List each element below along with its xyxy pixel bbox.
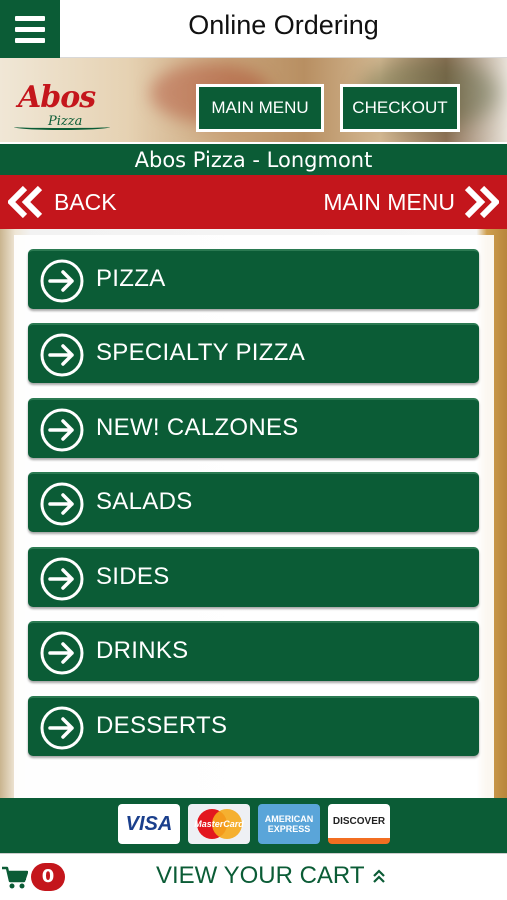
hamburger-line (15, 26, 45, 32)
category-label: DRINKS (96, 637, 189, 664)
category-label: PIZZA (96, 265, 166, 292)
category-button[interactable]: NEW! CALZONES (28, 398, 479, 458)
category-label: SALADS (96, 488, 193, 515)
category-label: SIDES (96, 563, 170, 590)
category-button[interactable]: PIZZA (28, 249, 479, 309)
discover-card-icon: DISCOVER (328, 804, 390, 844)
visa-card-icon: VISA (118, 804, 180, 844)
nav-main-menu-label: MAIN MENU (323, 188, 455, 215)
view-cart-button[interactable]: VIEW YOUR CART (156, 854, 386, 898)
arrow-circle-icon (40, 333, 84, 377)
visa-label: VISA (125, 812, 173, 835)
double-chevron-up-icon (373, 869, 386, 883)
mastercard-label: MasterCard (194, 819, 244, 829)
cart-count-badge: 0 (31, 863, 65, 891)
location-name: Abos Pizza - Longmont (0, 142, 507, 175)
arrow-circle-icon (40, 482, 84, 526)
payment-methods-bar: VISA MasterCard AMERICAN EXPRESS DISCOVE… (0, 798, 507, 853)
discover-label: DISCOVER (332, 815, 386, 827)
category-button[interactable]: SALADS (28, 472, 479, 532)
cart-bar[interactable]: 0 VIEW YOUR CART (0, 853, 507, 900)
category-button[interactable]: SIDES (28, 547, 479, 607)
category-list-area: PIZZA SPECIALTY PIZZA NEW! CALZONES SALA… (0, 229, 507, 798)
hamburger-line (15, 37, 45, 43)
logo-wordmark: Abos (18, 80, 96, 115)
checkout-button[interactable]: CHECKOUT (340, 84, 460, 132)
amex-label-line1: AMERICAN (264, 814, 314, 824)
category-button[interactable]: DRINKS (28, 621, 479, 681)
arrow-circle-icon (40, 631, 84, 675)
restaurant-header: Abos Pizza MAIN MENU CHECKOUT (0, 58, 507, 142)
main-menu-button[interactable]: MAIN MENU (196, 84, 324, 132)
category-label: SPECIALTY PIZZA (96, 339, 306, 366)
page-title: Online Ordering (188, 10, 379, 40)
double-chevron-right-icon (464, 186, 499, 218)
mastercard-icon: MasterCard (188, 804, 250, 844)
hamburger-line (15, 15, 45, 21)
top-bar: Online Ordering (0, 0, 507, 58)
amex-card-icon: AMERICAN EXPRESS (258, 804, 320, 844)
logo-swoosh (14, 124, 110, 130)
shopping-cart-icon[interactable] (2, 866, 28, 890)
hamburger-menu-icon[interactable] (0, 0, 60, 58)
view-cart-label: VIEW YOUR CART (156, 862, 365, 889)
amex-label-line2: EXPRESS (267, 824, 311, 834)
arrow-circle-icon (40, 557, 84, 601)
arrow-circle-icon (40, 408, 84, 452)
arrow-circle-icon (40, 706, 84, 750)
category-button[interactable]: DESSERTS (28, 696, 479, 756)
nav-main-menu-button[interactable]: MAIN MENU (323, 175, 499, 229)
category-button[interactable]: SPECIALTY PIZZA (28, 323, 479, 383)
back-label: BACK (54, 188, 117, 215)
back-button[interactable]: BACK (8, 175, 117, 229)
restaurant-logo[interactable]: Abos Pizza (12, 80, 112, 136)
category-label: NEW! CALZONES (96, 414, 299, 441)
double-chevron-left-icon (8, 186, 43, 218)
category-label: DESSERTS (96, 712, 228, 739)
arrow-circle-icon (40, 259, 84, 303)
nav-bar: BACK MAIN MENU (0, 175, 507, 229)
